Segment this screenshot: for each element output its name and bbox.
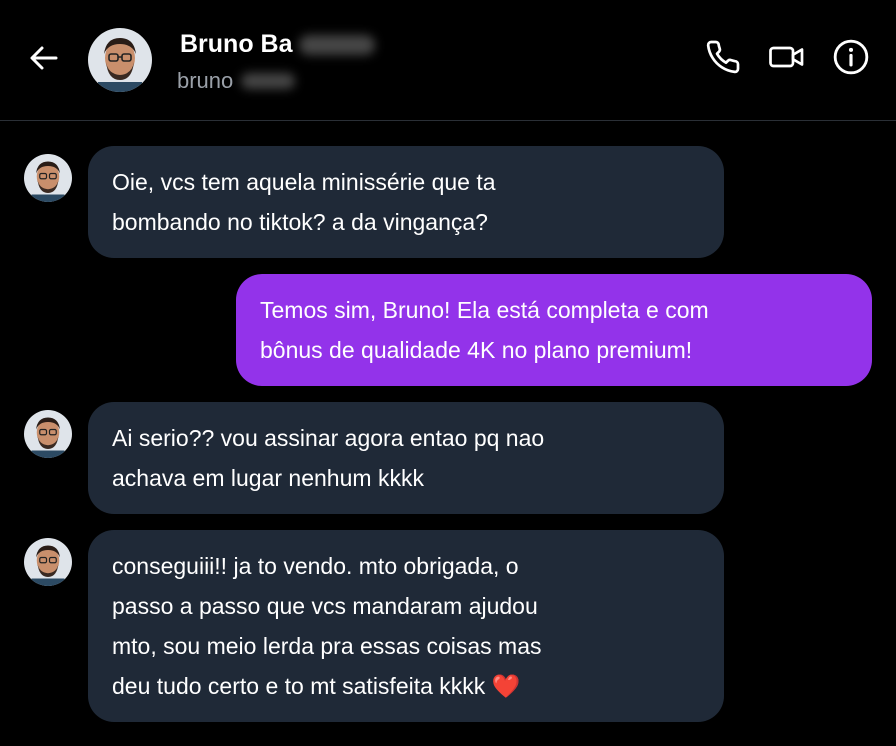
chat-window: Bruno Ba bruno Oie, vcs tem aquela minis… — [0, 0, 896, 746]
message-text: conseguiii!! ja to vendo. mto obrigada, … — [112, 553, 542, 699]
arrow-left-icon — [28, 42, 60, 79]
avatar[interactable] — [24, 154, 72, 202]
message-bubble-received[interactable]: Oie, vcs tem aquela minissérie que ta bo… — [88, 146, 724, 258]
message-bubble-received[interactable]: Ai serio?? vou assinar agora entao pq na… — [88, 402, 724, 514]
call-button[interactable] — [704, 40, 742, 78]
phone-icon — [705, 39, 741, 80]
video-icon — [767, 39, 807, 80]
contact-handle: bruno — [177, 68, 296, 94]
chat-header: Bruno Ba bruno — [0, 0, 896, 121]
info-button[interactable] — [832, 38, 870, 81]
info-icon — [832, 38, 870, 81]
message-text: Ai serio?? vou assinar agora entao pq na… — [112, 425, 545, 491]
message-bubble-received[interactable]: conseguiii!! ja to vendo. mto obrigada, … — [88, 530, 724, 722]
back-button[interactable] — [26, 42, 62, 78]
message-bubble-sent[interactable]: Temos sim, Bruno! Ela está completa e co… — [236, 274, 872, 386]
avatar[interactable] — [88, 28, 152, 92]
contact-name: Bruno Ba — [180, 30, 375, 59]
message-text: Temos sim, Bruno! Ela está completa e co… — [260, 297, 709, 363]
redacted-handle — [241, 73, 296, 89]
avatar[interactable] — [24, 410, 72, 458]
video-call-button[interactable] — [768, 40, 806, 78]
message-text: Oie, vcs tem aquela minissérie que ta bo… — [112, 169, 496, 235]
avatar[interactable] — [24, 538, 72, 586]
redacted-surname — [298, 34, 375, 55]
